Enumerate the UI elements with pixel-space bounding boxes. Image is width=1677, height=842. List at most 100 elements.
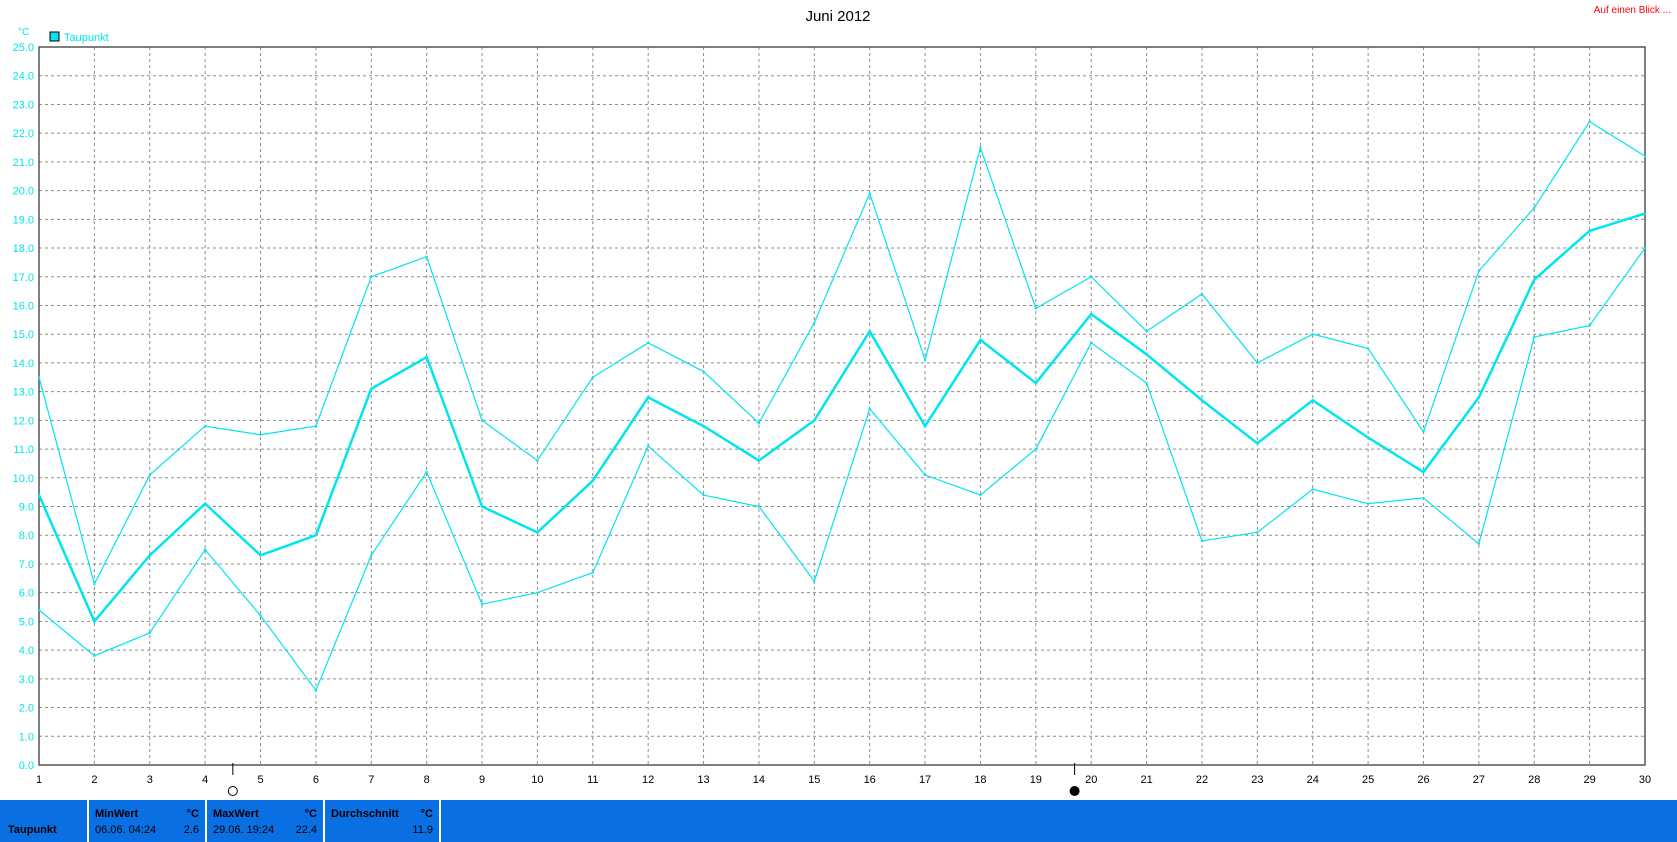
series-avg-point [1422, 470, 1425, 474]
series-max-point [1366, 347, 1370, 350]
series-max-point [148, 473, 151, 477]
series-avg-point [1256, 442, 1259, 445]
y-tick-label: 7.0 [19, 559, 34, 571]
series-max-point [1256, 361, 1259, 365]
series-avg-point [259, 554, 262, 557]
summary-bar: Taupunkt MinWert °C 06.06. 04:24 2.6 Max… [0, 800, 1677, 842]
series-min-point [1588, 324, 1591, 327]
y-tick-label: 8.0 [19, 530, 34, 542]
full-moon-icon [1069, 786, 1080, 796]
y-tick-label: 10.0 [13, 473, 34, 485]
x-tick-label: 30 [1639, 774, 1651, 786]
legend-swatch [49, 31, 60, 42]
x-tick-label: 9 [479, 774, 485, 786]
x-tick-label: 21 [1140, 774, 1152, 786]
min-value: 2.6 [183, 824, 199, 836]
y-tick-label: 19.0 [13, 214, 34, 226]
average-unit: °C [420, 808, 433, 820]
series-max-point [93, 582, 96, 586]
series-avg-point [1643, 212, 1647, 215]
series-max-point [259, 433, 262, 436]
x-tick-label: 29 [1583, 774, 1595, 786]
series-min-point [757, 505, 761, 508]
series-avg-point [1200, 399, 1204, 402]
series-avg-point [37, 493, 41, 497]
series-avg-point [923, 424, 927, 428]
series-avg-point [314, 534, 318, 537]
series-min-point [1477, 542, 1481, 546]
series-avg-point [979, 338, 982, 342]
series-avg-point [702, 424, 705, 428]
x-tick-label: 1 [36, 774, 42, 786]
series-min-point [813, 579, 816, 583]
series-min-point [591, 571, 594, 574]
series-min-point [203, 548, 207, 551]
series-min-point [868, 407, 871, 411]
y-tick-label: 12.0 [13, 415, 34, 427]
plot-frame [38, 46, 1646, 766]
series-max-point [1145, 330, 1148, 333]
chart-title: Juni 2012 [805, 8, 870, 25]
series-avg-point [646, 396, 650, 399]
x-tick-label: 26 [1417, 774, 1429, 786]
series-min-point [1533, 335, 1536, 339]
series-min-point [979, 493, 982, 497]
series-avg-point [1533, 278, 1536, 281]
legend: Taupunkt [49, 31, 109, 44]
series-max-point [425, 255, 428, 258]
y-tick-label: 0.0 [19, 760, 34, 772]
series-avg-point [757, 459, 761, 462]
y-tick-label: 5.0 [19, 616, 34, 628]
x-tick-label: 4 [202, 774, 208, 786]
x-tick-label: 12 [642, 774, 654, 786]
y-tick-label: 9.0 [19, 502, 34, 514]
series-min-point [425, 470, 428, 474]
series-max-point [868, 192, 871, 195]
x-tick-label: 8 [424, 774, 430, 786]
y-tick-label: 6.0 [19, 588, 34, 600]
series-min-point [536, 591, 539, 594]
x-tick-label: 23 [1251, 774, 1263, 786]
max-value-cell: MaxWert °C 29.06. 19:24 22.4 [205, 800, 323, 842]
series-min-point [1090, 341, 1093, 345]
y-tick-label: 21.0 [13, 157, 34, 169]
series-min-point [923, 473, 927, 477]
series-max-point [370, 275, 373, 278]
new-moon-icon [227, 786, 238, 796]
min-value-unit: °C [186, 808, 199, 820]
x-tick-label: 14 [753, 774, 765, 786]
y-tick-label: 3.0 [19, 674, 34, 686]
x-tick-label: 18 [974, 774, 986, 786]
series-max-point [1034, 307, 1038, 310]
series-avg-point [591, 479, 594, 482]
series-min-point [37, 608, 41, 612]
max-value-date: 29.06. 19:24 [213, 824, 275, 836]
min-value-heading: MinWert [95, 808, 139, 820]
x-tick-label: 20 [1085, 774, 1097, 786]
x-tick-label: 15 [808, 774, 820, 786]
x-tick-label: 3 [147, 774, 153, 786]
series-min-point [259, 614, 262, 617]
axes: 0.01.02.03.04.05.06.07.08.09.010.011.012… [13, 42, 1652, 786]
x-tick-label: 28 [1528, 774, 1540, 786]
series-avg-point [1477, 396, 1481, 399]
series-avg-point [148, 554, 151, 557]
series-avg-point [93, 620, 96, 623]
series-max-point [37, 376, 41, 379]
series-max-point [1422, 430, 1425, 434]
series-max-point [1588, 120, 1591, 123]
overview-link[interactable]: Auf einen Blick ... [1594, 5, 1671, 16]
series-min-point [702, 493, 705, 497]
series-min-point [480, 602, 484, 606]
series-max-point [1200, 292, 1204, 296]
y-tick-label: 2.0 [19, 703, 34, 715]
series-max-point [1477, 269, 1481, 273]
y-tick-label: 20.0 [13, 186, 34, 198]
series-max-point [979, 146, 982, 149]
series-min-point [1643, 246, 1647, 250]
series-avg-point [1090, 312, 1093, 316]
grid [39, 47, 1645, 765]
series-min-point [93, 654, 96, 658]
x-tick-label: 6 [313, 774, 319, 786]
series-avg-point [1366, 436, 1370, 439]
